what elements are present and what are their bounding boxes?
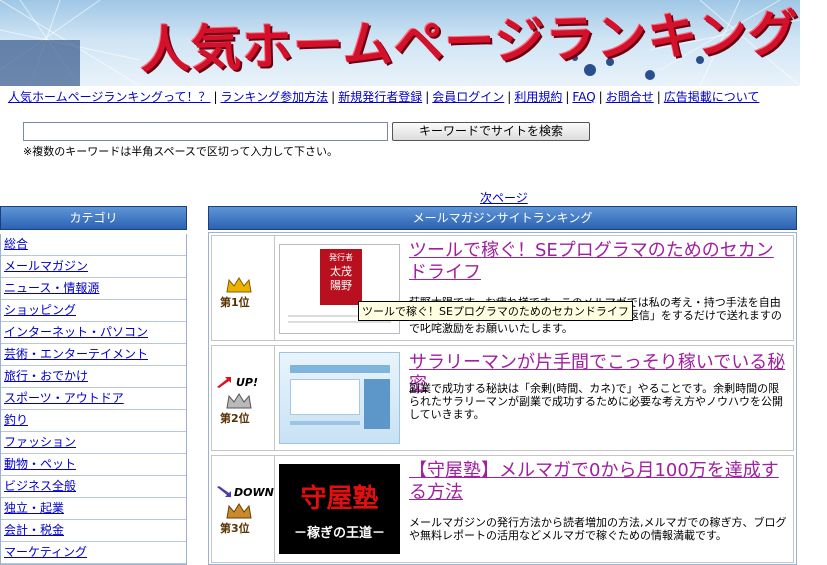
ranking-row: UP! 第2位 サラリーマンが片手間でこっそり稼いでいる秘密 副業で成功する秘訣…	[211, 345, 794, 451]
category-item: ビジネス全般	[1, 476, 186, 498]
category-link-business[interactable]: ビジネス全般	[4, 479, 76, 493]
site-title-link[interactable]: ツールで稼ぐ！SEプログラマのためのセカンドライフ	[409, 240, 787, 284]
nav-separator: |	[598, 90, 603, 104]
category-link-accounting[interactable]: 会計・税金	[4, 523, 64, 537]
category-heading: カテゴリ	[0, 206, 187, 230]
trend-label: UP!	[236, 376, 259, 389]
category-link-shopping[interactable]: ショッピング	[4, 303, 76, 317]
category-link-news[interactable]: ニュース・情報源	[4, 281, 99, 295]
category-item: メールマガジン	[1, 256, 186, 278]
nav-separator: |	[213, 90, 218, 104]
category-link-marketing[interactable]: マーケティング	[4, 545, 87, 559]
nav-register[interactable]: 新規発行者登録	[338, 90, 422, 104]
category-item: ニュース・情報源	[1, 278, 186, 300]
header-banner: 人気ホームページランキング	[0, 0, 800, 86]
category-item: 総合	[1, 234, 186, 256]
nav-join-ranking[interactable]: ランキング参加方法	[221, 90, 329, 104]
gold-crown-icon	[226, 277, 252, 293]
nav-contact[interactable]: お問合せ	[606, 90, 654, 104]
category-item: 会計・税金	[1, 520, 186, 542]
trend-label: DOWN	[234, 486, 274, 499]
category-item: 釣り	[1, 410, 186, 432]
ranking-row: 第1位 発行者 太茂 陽野 ツールで稼ぐ！SEプログラマのためのセカンドライフ …	[211, 235, 794, 341]
seal-image: 発行者 太茂 陽野	[320, 249, 362, 305]
thumb-line	[290, 421, 360, 425]
thumb-text: 守屋塾	[300, 484, 379, 514]
category-item: マーケティング	[1, 542, 186, 564]
category-link-general[interactable]: 総合	[4, 237, 28, 251]
category-item: 動物・ペット	[1, 454, 186, 476]
category-list: 総合 メールマガジン ニュース・情報源 ショッピング インターネット・パソコン …	[0, 234, 187, 565]
thumb-line	[288, 321, 391, 323]
rank-label: 第3位	[220, 522, 250, 535]
top-navigation: 人気ホームページランキングって！？ | ランキング参加方法 | 新規発行者登録 | 会員ログ…	[8, 88, 823, 105]
category-item: スポーツ・アウトドア	[1, 388, 186, 410]
thumb-text: 発行者	[329, 253, 353, 262]
rank-cell: 第1位	[212, 236, 275, 340]
thumb-text: 陽野	[330, 279, 352, 292]
rank-label: 第2位	[220, 412, 250, 425]
site-description: 副業で成功する秘訣は「余剰(時間、カネ)で」やることです。余剰時間の限られたサラ…	[409, 382, 783, 421]
category-item: ショッピング	[1, 300, 186, 322]
site-title-link[interactable]: 【守屋塾】メルマガで0から月100万を達成する方法	[409, 460, 787, 504]
category-item: インターネット・パソコン	[1, 322, 186, 344]
rank-label: 第1位	[220, 296, 250, 309]
category-sidebar: カテゴリ 総合 メールマガジン ニュース・情報源 ショッピング インターネット・…	[0, 206, 187, 565]
rank-cell: UP! 第2位	[212, 346, 275, 450]
nav-faq[interactable]: FAQ	[572, 90, 595, 104]
category-item: 芸術・エンターテイメント	[1, 344, 186, 366]
search-note: ※複数のキーワードは半角スペースで区切って入力して下さい。	[23, 145, 339, 158]
site-thumbnail[interactable]	[279, 352, 400, 444]
site-description: メールマガジンの発行方法から読者増加の方法,メルマガでの稼ぎ方、ブログや無料レポ…	[409, 516, 787, 542]
nav-separator: |	[425, 90, 430, 104]
category-link-internet-pc[interactable]: インターネット・パソコン	[4, 325, 148, 339]
search-button[interactable]: キーワードでサイトを検索	[392, 122, 590, 141]
category-item: 旅行・おでかけ	[1, 366, 186, 388]
thumb-block	[290, 379, 360, 415]
category-link-fashion[interactable]: ファッション	[4, 435, 76, 449]
nav-separator: |	[331, 90, 336, 104]
category-item: 独立・起業	[1, 498, 186, 520]
category-link-fishing[interactable]: 釣り	[4, 413, 28, 427]
ranking-row: DOWN 第3位 守屋塾 －稼ぎの王道－ 【守屋塾】メルマガで0から月100万を…	[211, 455, 794, 563]
nav-terms[interactable]: 利用規約	[514, 90, 562, 104]
category-link-arts[interactable]: 芸術・エンターテイメント	[4, 347, 148, 361]
nav-separator: |	[565, 90, 570, 104]
category-link-startup[interactable]: 独立・起業	[4, 501, 64, 515]
search-input[interactable]	[23, 122, 388, 141]
nav-login[interactable]: 会員ログイン	[432, 90, 504, 104]
thumb-line	[290, 365, 390, 373]
category-item: ファッション	[1, 432, 186, 454]
nav-separator: |	[507, 90, 512, 104]
thumb-block	[364, 379, 390, 429]
nav-advertising[interactable]: 広告掲載について	[664, 90, 760, 104]
silver-crown-icon	[226, 393, 252, 409]
thumb-text: －稼ぎの王道－	[293, 526, 385, 541]
nav-about[interactable]: 人気ホームページランキングって！？	[8, 90, 210, 104]
bronze-crown-icon	[226, 503, 252, 519]
tooltip: ツールで稼ぐ！SEプログラマのためのセカンドライフ	[358, 301, 633, 321]
nav-separator: |	[656, 90, 661, 104]
down-arrow-icon	[217, 486, 231, 497]
next-page-link[interactable]: 次ページ	[480, 189, 528, 206]
ranking-heading: メールマガジンサイトランキング	[208, 206, 797, 230]
ranking-table: 第1位 発行者 太茂 陽野 ツールで稼ぐ！SEプログラマのためのセカンドライフ …	[208, 232, 797, 565]
up-arrow-icon	[217, 377, 231, 388]
category-link-mailmagazine[interactable]: メールマガジン	[4, 259, 88, 273]
category-link-sports[interactable]: スポーツ・アウトドア	[4, 391, 124, 405]
category-link-pets[interactable]: 動物・ペット	[4, 457, 76, 471]
category-link-travel[interactable]: 旅行・おでかけ	[4, 369, 88, 383]
rank-cell: DOWN 第3位	[212, 456, 275, 562]
site-thumbnail[interactable]: 守屋塾 －稼ぎの王道－	[279, 464, 400, 554]
thumb-text: 太茂	[330, 265, 352, 278]
